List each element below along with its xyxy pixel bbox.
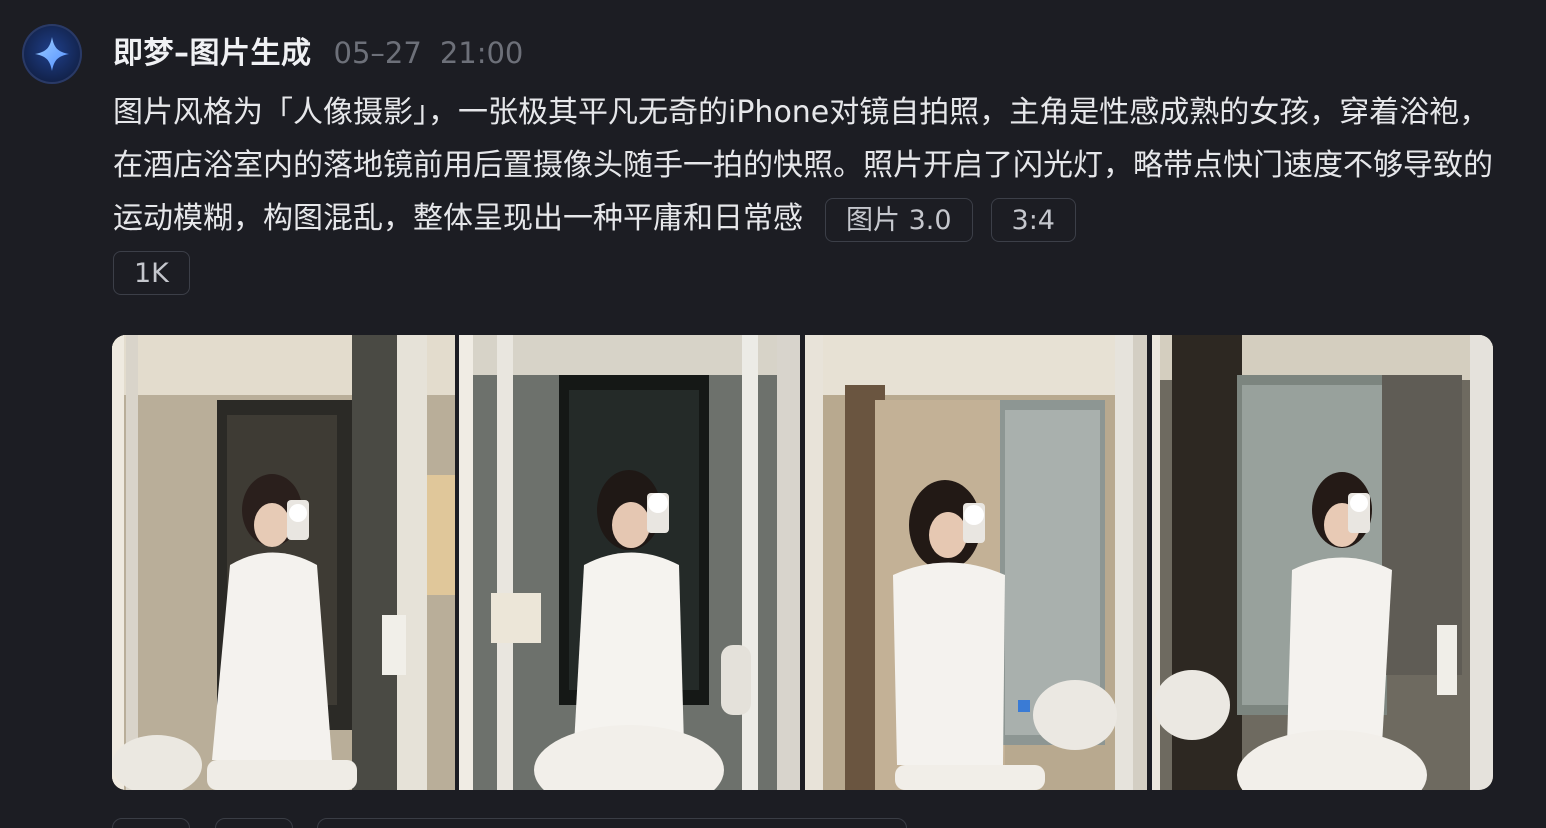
bathroom-mirror-selfie-image bbox=[805, 335, 1147, 790]
chat-message: 即梦–图片生成 05–27 21:00 图片风格为「人像摄影」，一张极其平凡无奇的… bbox=[0, 0, 1546, 828]
action-button[interactable] bbox=[215, 818, 293, 828]
timestamp: 05–27 21:00 bbox=[334, 36, 524, 70]
message-date: 05–27 bbox=[333, 36, 422, 70]
image-gallery bbox=[112, 335, 1493, 790]
message-time: 21:00 bbox=[439, 36, 524, 70]
avatar[interactable] bbox=[22, 24, 82, 84]
action-button[interactable] bbox=[317, 818, 907, 828]
message-header: 即梦–图片生成 05–27 21:00 bbox=[113, 28, 524, 72]
generated-image-3[interactable] bbox=[805, 335, 1147, 790]
prompt-text-block: 图片风格为「人像摄影」，一张极其平凡无奇的iPhone对镜自拍照，主角是性感成熟… bbox=[113, 86, 1493, 298]
bathroom-mirror-selfie-image bbox=[459, 335, 800, 790]
aspect-ratio-tag[interactable]: 3:4 bbox=[990, 197, 1076, 242]
app-name[interactable]: 即梦–图片生成 bbox=[113, 28, 312, 72]
resolution-tag[interactable]: 1K bbox=[113, 250, 190, 295]
generated-image-1[interactable] bbox=[112, 335, 455, 790]
generated-image-2[interactable] bbox=[459, 335, 800, 790]
sparkle-star-icon bbox=[35, 37, 69, 71]
model-version-tag[interactable]: 图片 3.0 bbox=[825, 197, 973, 242]
prompt-text: 图片风格为「人像摄影」，一张极其平凡无奇的iPhone对镜自拍照，主角是性感成熟… bbox=[113, 95, 1493, 236]
action-button[interactable] bbox=[112, 818, 190, 828]
generated-image-4[interactable] bbox=[1152, 335, 1493, 790]
bathroom-mirror-selfie-image bbox=[1152, 335, 1493, 790]
bathroom-mirror-selfie-image bbox=[112, 335, 455, 790]
